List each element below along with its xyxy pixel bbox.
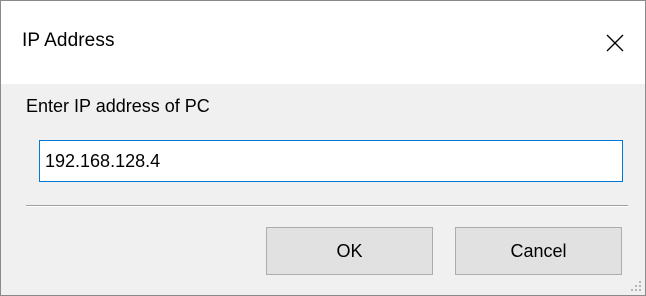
close-icon [606,34,624,51]
divider [26,205,628,207]
close-button[interactable] [585,1,645,84]
ok-button[interactable]: OK [266,227,433,275]
prompt-label: Enter IP address of PC [26,96,210,116]
ip-address-input[interactable] [39,140,623,182]
dialog-title: IP Address [22,30,115,51]
cancel-button[interactable]: Cancel [455,227,622,275]
resize-grip-icon[interactable] [630,280,642,292]
title-bar: IP Address [1,1,645,84]
ip-address-dialog: IP Address Enter IP address of PC OK Can… [0,0,646,296]
